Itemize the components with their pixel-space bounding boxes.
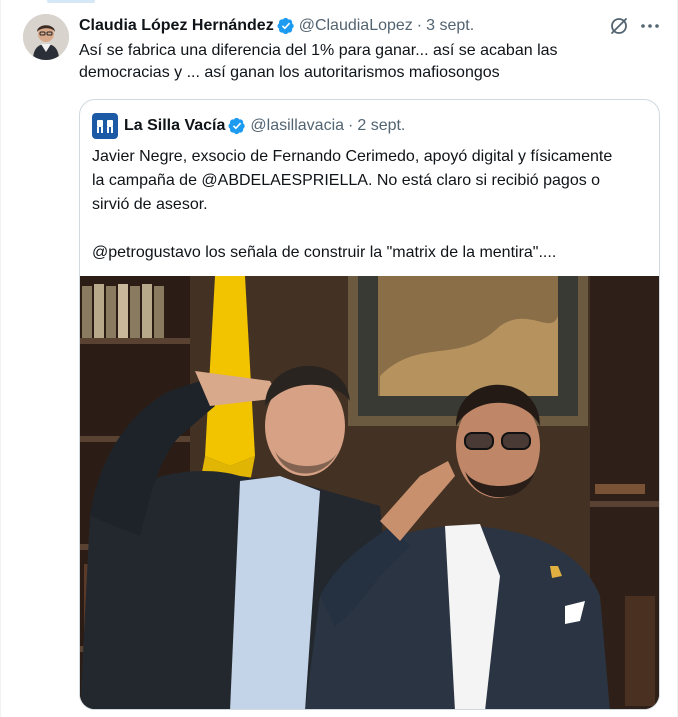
tweet[interactable]: Claudia López Hernández @ClaudiaLopez · … <box>0 0 678 717</box>
top-strip <box>47 0 95 3</box>
tweet-header: Claudia López Hernández @ClaudiaLopez · … <box>79 16 474 36</box>
tweet-text: Así se fabrica una diferencia del 1% par… <box>79 42 558 81</box>
quoted-author-handle[interactable]: @lasillavacia <box>250 117 344 135</box>
quoted-tweet[interactable]: La Silla Vacía @lasillavacia · 2 sept. J… <box>79 99 660 710</box>
author-name[interactable]: Claudia López Hernández <box>79 17 274 35</box>
quoted-photo[interactable] <box>80 276 659 709</box>
separator: · <box>348 117 354 134</box>
quoted-text: Javier Negre, exsocio de Fernando Cerime… <box>92 145 622 265</box>
avatar-photo <box>23 14 69 60</box>
author-handle[interactable]: @ClaudiaLopez <box>299 17 413 35</box>
quoted-header: La Silla Vacía @lasillavacia · 2 sept. <box>92 113 405 139</box>
grok-icon[interactable] <box>609 16 629 36</box>
chairs-logo-icon <box>97 120 113 133</box>
quoted-text-paragraph-2: @petrogustavo los señala de construir la… <box>92 244 557 261</box>
quoted-date[interactable]: 2 sept. <box>357 117 405 135</box>
quoted-avatar[interactable] <box>92 113 118 139</box>
more-icon[interactable] <box>639 16 661 36</box>
separator: · <box>416 17 423 34</box>
verified-badge-icon <box>277 17 294 35</box>
photo-two-men-saluting <box>80 276 659 709</box>
avatar[interactable] <box>23 14 69 60</box>
quoted-text-paragraph-1: Javier Negre, exsocio de Fernando Cerime… <box>92 148 613 213</box>
tweet-date[interactable]: 3 sept. <box>426 17 474 35</box>
verified-badge-icon <box>228 117 246 135</box>
quoted-author-name[interactable]: La Silla Vacía <box>124 117 225 135</box>
